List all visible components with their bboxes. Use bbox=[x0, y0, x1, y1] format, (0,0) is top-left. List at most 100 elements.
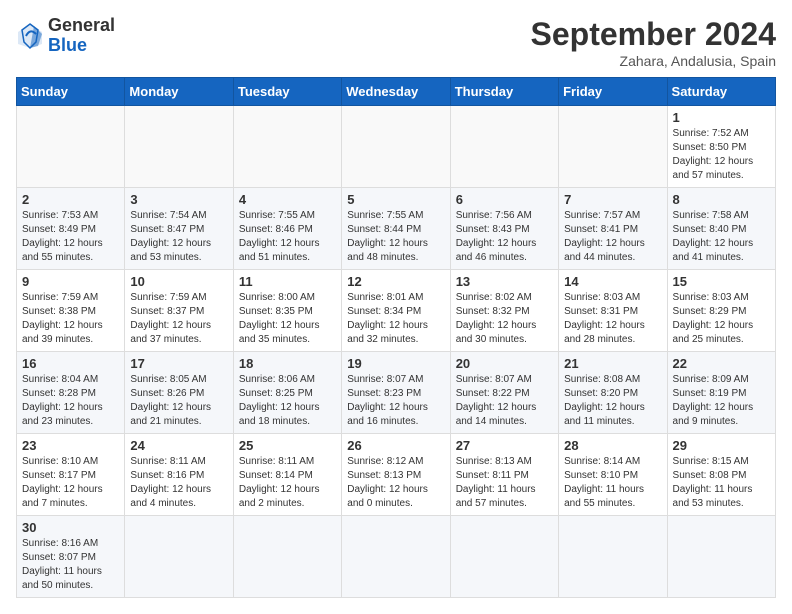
calendar-cell: 29Sunrise: 8:15 AMSunset: 8:08 PMDayligh… bbox=[667, 434, 775, 516]
calendar-cell: 24 Sunrise: 8:11 AMSunset: 8:16 PMDayligh… bbox=[125, 434, 233, 516]
location-subtitle: Zahara, Andalusia, Spain bbox=[531, 53, 776, 69]
calendar-cell: 27Sunrise: 8:13 AMSunset: 8:11 PMDayligh… bbox=[450, 434, 558, 516]
calendar-cell bbox=[233, 106, 341, 188]
week-row-2: 2 Sunrise: 7:53 AMSunset: 8:49 PMDaylight… bbox=[17, 188, 776, 270]
day-info: Sunrise: 8:05 AMSunset: 8:26 PMDaylight:… bbox=[130, 373, 227, 429]
day-info: Sunrise: 7:54 AMSunset: 8:47 PMDaylight:… bbox=[130, 209, 227, 265]
day-header-wednesday: Wednesday bbox=[342, 78, 450, 106]
calendar-cell: 17 Sunrise: 8:05 AMSunset: 8:26 PMDayligh… bbox=[125, 352, 233, 434]
calendar-cell: 2 Sunrise: 7:53 AMSunset: 8:49 PMDaylight… bbox=[17, 188, 125, 270]
day-number: 24 bbox=[130, 438, 227, 453]
calendar-cell: 12Sunrise: 8:01 AMSunset: 8:34 PMDayligh… bbox=[342, 270, 450, 352]
logo-text: General Blue bbox=[48, 16, 115, 56]
calendar-cell bbox=[125, 516, 233, 598]
day-number: 9 bbox=[22, 274, 119, 289]
day-info: Sunrise: 8:14 AMSunset: 8:10 PMDaylight:… bbox=[564, 455, 661, 511]
calendar-cell bbox=[450, 516, 558, 598]
day-number: 7 bbox=[564, 192, 661, 207]
logo-general: General bbox=[48, 15, 115, 35]
calendar-cell bbox=[342, 516, 450, 598]
day-info: Sunrise: 8:09 AMSunset: 8:19 PMDaylight:… bbox=[673, 373, 770, 429]
day-info: Sunrise: 7:52 AMSunset: 8:50 PMDaylight:… bbox=[673, 127, 770, 183]
calendar-cell bbox=[342, 106, 450, 188]
day-number: 30 bbox=[22, 520, 119, 535]
week-row-6: 30Sunrise: 8:16 AMSunset: 8:07 PMDayligh… bbox=[17, 516, 776, 598]
day-number: 4 bbox=[239, 192, 336, 207]
day-number: 12 bbox=[347, 274, 444, 289]
calendar-cell: 13 Sunrise: 8:02 AMSunset: 8:32 PMDayligh… bbox=[450, 270, 558, 352]
day-number: 1 bbox=[673, 110, 770, 125]
calendar-cell: 7 Sunrise: 7:57 AMSunset: 8:41 PMDaylight… bbox=[559, 188, 667, 270]
calendar-cell bbox=[450, 106, 558, 188]
day-number: 28 bbox=[564, 438, 661, 453]
calendar-cell: 3Sunrise: 7:54 AMSunset: 8:47 PMDaylight… bbox=[125, 188, 233, 270]
day-number: 19 bbox=[347, 356, 444, 371]
calendar-cell: 28 Sunrise: 8:14 AMSunset: 8:10 PMDayligh… bbox=[559, 434, 667, 516]
calendar-cell bbox=[17, 106, 125, 188]
day-header-thursday: Thursday bbox=[450, 78, 558, 106]
day-header-tuesday: Tuesday bbox=[233, 78, 341, 106]
day-info: Sunrise: 8:04 AMSunset: 8:28 PMDaylight:… bbox=[22, 373, 119, 429]
logo: General Blue bbox=[16, 16, 115, 56]
day-info: Sunrise: 8:06 AMSunset: 8:25 PMDaylight:… bbox=[239, 373, 336, 429]
day-number: 17 bbox=[130, 356, 227, 371]
logo-blue: Blue bbox=[48, 35, 87, 55]
day-info: Sunrise: 7:53 AMSunset: 8:49 PMDaylight:… bbox=[22, 209, 119, 265]
day-info: Sunrise: 7:58 AMSunset: 8:40 PMDaylight:… bbox=[673, 209, 770, 265]
day-info: Sunrise: 7:57 AMSunset: 8:41 PMDaylight:… bbox=[564, 209, 661, 265]
calendar-cell: 22Sunrise: 8:09 AMSunset: 8:19 PMDayligh… bbox=[667, 352, 775, 434]
week-row-5: 23Sunrise: 8:10 AMSunset: 8:17 PMDayligh… bbox=[17, 434, 776, 516]
day-number: 25 bbox=[239, 438, 336, 453]
calendar-cell bbox=[559, 106, 667, 188]
day-number: 18 bbox=[239, 356, 336, 371]
calendar-cell: 10 Sunrise: 7:59 AMSunset: 8:37 PMDayligh… bbox=[125, 270, 233, 352]
calendar-cell bbox=[233, 516, 341, 598]
calendar-header: SundayMondayTuesdayWednesdayThursdayFrid… bbox=[17, 78, 776, 106]
calendar-cell: 25 Sunrise: 8:11 AMSunset: 8:14 PMDayligh… bbox=[233, 434, 341, 516]
day-number: 14 bbox=[564, 274, 661, 289]
day-info: Sunrise: 7:55 AMSunset: 8:46 PMDaylight:… bbox=[239, 209, 336, 265]
calendar-cell bbox=[667, 516, 775, 598]
logo-icon bbox=[16, 22, 44, 50]
day-header-friday: Friday bbox=[559, 78, 667, 106]
day-number: 11 bbox=[239, 274, 336, 289]
day-info: Sunrise: 8:07 AMSunset: 8:23 PMDaylight:… bbox=[347, 373, 444, 429]
calendar-table: SundayMondayTuesdayWednesdayThursdayFrid… bbox=[16, 77, 776, 598]
day-info: Sunrise: 8:11 AMSunset: 8:16 PMDaylight:… bbox=[130, 455, 227, 511]
calendar-cell: 11 Sunrise: 8:00 AMSunset: 8:35 PMDayligh… bbox=[233, 270, 341, 352]
day-info: Sunrise: 8:11 AMSunset: 8:14 PMDaylight:… bbox=[239, 455, 336, 511]
day-number: 16 bbox=[22, 356, 119, 371]
calendar-cell: 15Sunrise: 8:03 AMSunset: 8:29 PMDayligh… bbox=[667, 270, 775, 352]
day-info: Sunrise: 8:03 AMSunset: 8:31 PMDaylight:… bbox=[564, 291, 661, 347]
day-info: Sunrise: 7:59 AMSunset: 8:37 PMDaylight:… bbox=[130, 291, 227, 347]
week-row-1: 1 Sunrise: 7:52 AMSunset: 8:50 PMDaylight… bbox=[17, 106, 776, 188]
day-number: 2 bbox=[22, 192, 119, 207]
day-number: 6 bbox=[456, 192, 553, 207]
day-info: Sunrise: 8:02 AMSunset: 8:32 PMDaylight:… bbox=[456, 291, 553, 347]
day-info: Sunrise: 8:10 AMSunset: 8:17 PMDaylight:… bbox=[22, 455, 119, 511]
calendar-cell: 6 Sunrise: 7:56 AMSunset: 8:43 PMDaylight… bbox=[450, 188, 558, 270]
month-year-title: September 2024 bbox=[531, 16, 776, 53]
day-info: Sunrise: 8:07 AMSunset: 8:22 PMDaylight:… bbox=[456, 373, 553, 429]
calendar-cell: 14 Sunrise: 8:03 AMSunset: 8:31 PMDayligh… bbox=[559, 270, 667, 352]
day-info: Sunrise: 7:56 AMSunset: 8:43 PMDaylight:… bbox=[456, 209, 553, 265]
day-number: 10 bbox=[130, 274, 227, 289]
day-number: 5 bbox=[347, 192, 444, 207]
week-row-3: 9 Sunrise: 7:59 AMSunset: 8:38 PMDaylight… bbox=[17, 270, 776, 352]
calendar-cell: 4 Sunrise: 7:55 AMSunset: 8:46 PMDaylight… bbox=[233, 188, 341, 270]
day-number: 15 bbox=[673, 274, 770, 289]
day-number: 29 bbox=[673, 438, 770, 453]
calendar-cell: 19 Sunrise: 8:07 AMSunset: 8:23 PMDayligh… bbox=[342, 352, 450, 434]
calendar-cell: 16 Sunrise: 8:04 AMSunset: 8:28 PMDayligh… bbox=[17, 352, 125, 434]
day-number: 13 bbox=[456, 274, 553, 289]
title-block: September 2024 Zahara, Andalusia, Spain bbox=[531, 16, 776, 69]
calendar-cell: 8Sunrise: 7:58 AMSunset: 8:40 PMDaylight… bbox=[667, 188, 775, 270]
calendar-cell bbox=[559, 516, 667, 598]
day-info: Sunrise: 8:00 AMSunset: 8:35 PMDaylight:… bbox=[239, 291, 336, 347]
day-info: Sunrise: 7:59 AMSunset: 8:38 PMDaylight:… bbox=[22, 291, 119, 347]
day-info: Sunrise: 8:13 AMSunset: 8:11 PMDaylight:… bbox=[456, 455, 553, 511]
day-number: 21 bbox=[564, 356, 661, 371]
calendar-cell: 23Sunrise: 8:10 AMSunset: 8:17 PMDayligh… bbox=[17, 434, 125, 516]
day-header-monday: Monday bbox=[125, 78, 233, 106]
day-info: Sunrise: 7:55 AMSunset: 8:44 PMDaylight:… bbox=[347, 209, 444, 265]
